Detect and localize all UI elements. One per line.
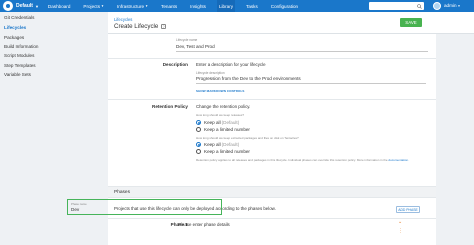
save-button[interactable]: SAVE xyxy=(400,18,422,27)
page-title: Create Lifecycle ? xyxy=(114,23,166,30)
sidebar-item-lifecycles[interactable]: Lifecycles xyxy=(4,25,26,30)
radio-label: Keep a limited number xyxy=(204,126,250,132)
radio-selected-icon xyxy=(196,119,201,125)
page-title-text: Create Lifecycle xyxy=(114,23,159,30)
radio-label: Keep all xyxy=(204,119,221,125)
more-options-icon[interactable]: ⋮ xyxy=(398,228,403,234)
breadcrumb[interactable]: Lifecycles xyxy=(114,17,132,22)
nav-dashboard[interactable]: Dashboard xyxy=(46,0,72,12)
lifecycle-name-field[interactable]: Lifecycle name Dev, Test and Prod xyxy=(176,38,428,52)
radio-unselected-icon xyxy=(196,126,201,132)
phase-name-field[interactable]: Phase name Dev xyxy=(67,199,222,215)
search-input[interactable] xyxy=(369,2,424,10)
releases-keep-limited-radio[interactable]: Keep a limited number xyxy=(196,126,426,132)
chevron-down-icon[interactable]: ⌄ xyxy=(398,219,402,225)
nav-configuration[interactable]: Configuration xyxy=(269,0,300,12)
name-row: Lifecycle name Dev, Test and Prod xyxy=(108,34,436,59)
retention-row-label: Retention Policy xyxy=(152,104,188,109)
default-tag: (Default) xyxy=(221,119,240,125)
sidebar-item-packages[interactable]: Packages xyxy=(4,35,24,40)
chevron-down-icon: ▼ xyxy=(457,3,461,8)
search-icon xyxy=(417,3,422,9)
lifecycle-name-input[interactable]: Dev, Test and Prod xyxy=(176,44,428,49)
add-phase-button[interactable]: ADD PHASE xyxy=(396,206,420,213)
lifecycle-name-label: Lifecycle name xyxy=(176,38,198,42)
chevron-down-icon: ▼ xyxy=(145,4,149,8)
user-menu[interactable]: admin ▼ xyxy=(433,1,461,10)
sidebar-item-git-credentials[interactable]: Git Credentials xyxy=(4,15,34,20)
radio-label: Keep all xyxy=(204,142,221,148)
phase-hint: Please enter phase details xyxy=(178,222,230,227)
retention-note-text: Retention policy applies to all releases… xyxy=(196,158,388,163)
documentation-link[interactable]: documentation. xyxy=(388,158,409,162)
top-navigation-bar: Default ▼ Dashboard Projects ▼ Infrastruc… xyxy=(0,0,474,12)
files-keep-all-radio[interactable]: Keep all (Default) xyxy=(196,142,426,148)
phases-title: Phases xyxy=(114,190,130,195)
field-underline xyxy=(176,51,428,52)
description-row: Description Enter a description for your… xyxy=(108,59,436,100)
description-field[interactable]: Lifecycle description Progression from t… xyxy=(196,71,426,84)
help-icon[interactable]: ? xyxy=(161,24,166,29)
description-body: Enter a description for your lifecycle L… xyxy=(196,62,426,93)
radio-label: Keep a limited number xyxy=(204,149,250,155)
files-question: How long should we keep extracted packag… xyxy=(196,135,299,140)
nav-library[interactable]: Library xyxy=(216,0,236,12)
description-input[interactable]: Progression from the Dev to the Prod env… xyxy=(196,76,426,81)
retention-hint: Change the retention policy. xyxy=(196,104,251,109)
retention-note: Retention policy applies to all releases… xyxy=(196,158,426,163)
radio-selected-icon xyxy=(196,142,201,148)
sidebar-item-script-modules[interactable]: Script Modules xyxy=(4,53,34,58)
nav-insights[interactable]: Insights xyxy=(188,0,208,12)
description-label: Lifecycle description xyxy=(196,71,225,75)
nav-infrastructure[interactable]: Infrastructure ▼ xyxy=(115,0,150,12)
nav-tasks[interactable]: Tasks xyxy=(244,0,260,12)
files-keep-limited-radio[interactable]: Keep a limited number xyxy=(196,149,426,155)
field-underline xyxy=(196,83,426,84)
description-row-label: Description xyxy=(162,62,188,67)
avatar xyxy=(433,1,441,10)
description-hint: Enter a description for your lifecycle xyxy=(196,62,266,67)
retention-body: Change the retention policy. How long sh… xyxy=(196,104,426,163)
show-markdown-controls-link[interactable]: SHOW MARKDOWN CONTROLS xyxy=(196,89,426,93)
phase-name-label: Phase name xyxy=(71,202,87,206)
space-selector[interactable]: Default xyxy=(16,3,33,9)
chevron-down-icon: ▼ xyxy=(101,4,104,8)
radio-unselected-icon xyxy=(196,149,201,155)
releases-question: How long should we keep releases? xyxy=(196,113,245,117)
sidebar-item-build-information[interactable]: Build Information xyxy=(4,44,38,49)
phase-1-row: Phase 1 Please enter phase details ⌄ ⋮ xyxy=(108,219,436,245)
sidebar-item-variable-sets[interactable]: Variable Sets xyxy=(4,72,31,77)
phase-name-input[interactable]: Dev xyxy=(71,207,218,212)
retention-row: Retention Policy Change the retention po… xyxy=(108,100,436,187)
phases-section-header: Phases xyxy=(108,187,436,198)
default-tag: (Default) xyxy=(221,142,240,148)
chevron-down-icon[interactable]: ▼ xyxy=(35,4,39,9)
user-name: admin xyxy=(444,3,457,8)
nav-projects[interactable]: Projects ▼ xyxy=(81,0,106,12)
releases-keep-all-radio[interactable]: Keep all (Default) xyxy=(196,119,426,125)
nav-tenants[interactable]: Tenants xyxy=(159,0,179,12)
octopus-logo-icon[interactable] xyxy=(3,1,13,11)
sidebar-item-step-templates[interactable]: Step Templates xyxy=(4,63,36,68)
